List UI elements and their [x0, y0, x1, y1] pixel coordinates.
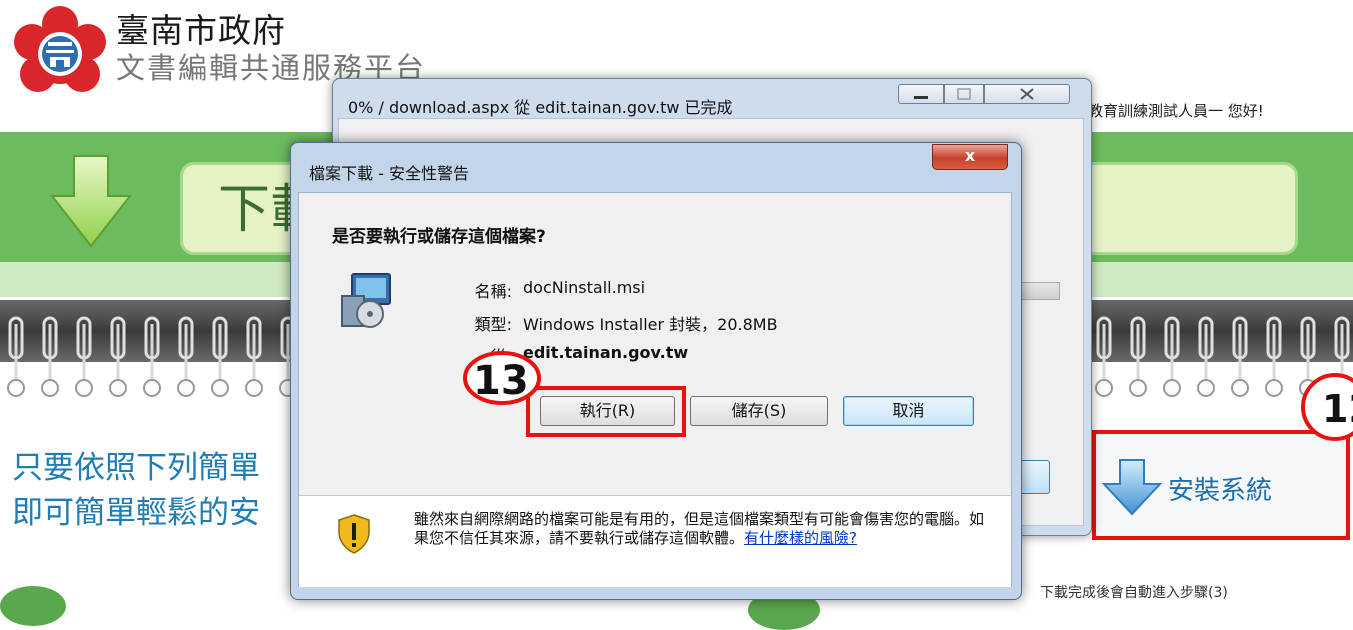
binder-ring	[41, 316, 59, 397]
download-arrow-icon	[50, 155, 132, 248]
file-name-value: docNinstall.msi	[523, 278, 646, 297]
security-warning-text: 雖然來自網際網路的檔案可能是有用的，但是這個檔案類型有可能會傷害您的電腦。如果您…	[414, 510, 994, 548]
binder-ring	[1265, 316, 1283, 397]
shield-warning-icon	[338, 514, 370, 554]
step-circle	[0, 586, 66, 626]
run-or-save-question: 是否要執行或儲存這個檔案?	[332, 227, 546, 247]
close-icon	[1020, 88, 1034, 100]
binder-ring	[109, 316, 127, 397]
installer-package-icon	[341, 273, 391, 328]
file-name-label: 名稱:	[474, 282, 512, 301]
step-badge-13-text: 13	[473, 358, 529, 404]
step-badge-12: 12	[1301, 373, 1353, 441]
close-icon: x	[964, 146, 976, 165]
binder-ring	[211, 316, 229, 397]
window-controls	[898, 84, 1070, 106]
tainan-city-logo	[14, 6, 106, 92]
step-badge-12-text: 12	[1322, 387, 1353, 431]
download-window-title: 0% / download.aspx 從 edit.tainan.gov.tw …	[348, 98, 733, 117]
binder-ring	[143, 316, 161, 397]
cancel-button[interactable]: 取消	[843, 396, 974, 426]
security-warning-message: 雖然來自網際網路的檔案可能是有用的，但是這個檔案類型有可能會傷害您的電腦。如果您…	[414, 510, 985, 547]
install-system-label: 安裝系統	[1168, 476, 1273, 506]
save-button[interactable]: 儲存(S)	[690, 396, 828, 426]
binder-ring	[1095, 316, 1113, 397]
maximize-button[interactable]	[944, 84, 984, 104]
user-greeting: 教育訓練測試人員一 您好!	[1088, 102, 1264, 120]
minimize-button[interactable]	[898, 84, 944, 104]
download-window-close-button[interactable]	[984, 84, 1070, 104]
security-dialog-title: 檔案下載 - 安全性警告	[309, 164, 469, 183]
binder-ring	[1163, 316, 1181, 397]
minimize-icon	[914, 96, 928, 99]
file-source-value: edit.tainan.gov.tw	[523, 343, 689, 362]
binder-ring	[177, 316, 195, 397]
install-arrow-icon	[1102, 459, 1162, 516]
step-badge-13: 13	[463, 351, 541, 405]
run-button-highlight	[526, 386, 686, 437]
binder-ring	[1129, 316, 1147, 397]
binder-ring	[245, 316, 263, 397]
instruction-headline-line1: 只要依照下列簡單	[12, 450, 260, 486]
maximize-icon	[957, 88, 971, 100]
binder-ring	[1231, 316, 1249, 397]
binder-ring	[7, 316, 25, 397]
binder-ring	[75, 316, 93, 397]
what-is-the-risk-link[interactable]: 有什麼樣的風險?	[744, 529, 857, 547]
bottom-instruction-text: 下載完成後會自動進入步驟(3)	[1040, 585, 1228, 601]
binder-ring	[1197, 316, 1215, 397]
file-type-label: 類型:	[474, 315, 512, 334]
instruction-headline-line2: 即可簡單輕鬆的安	[12, 495, 260, 531]
file-type-value: Windows Installer 封裝，20.8MB	[523, 315, 778, 334]
